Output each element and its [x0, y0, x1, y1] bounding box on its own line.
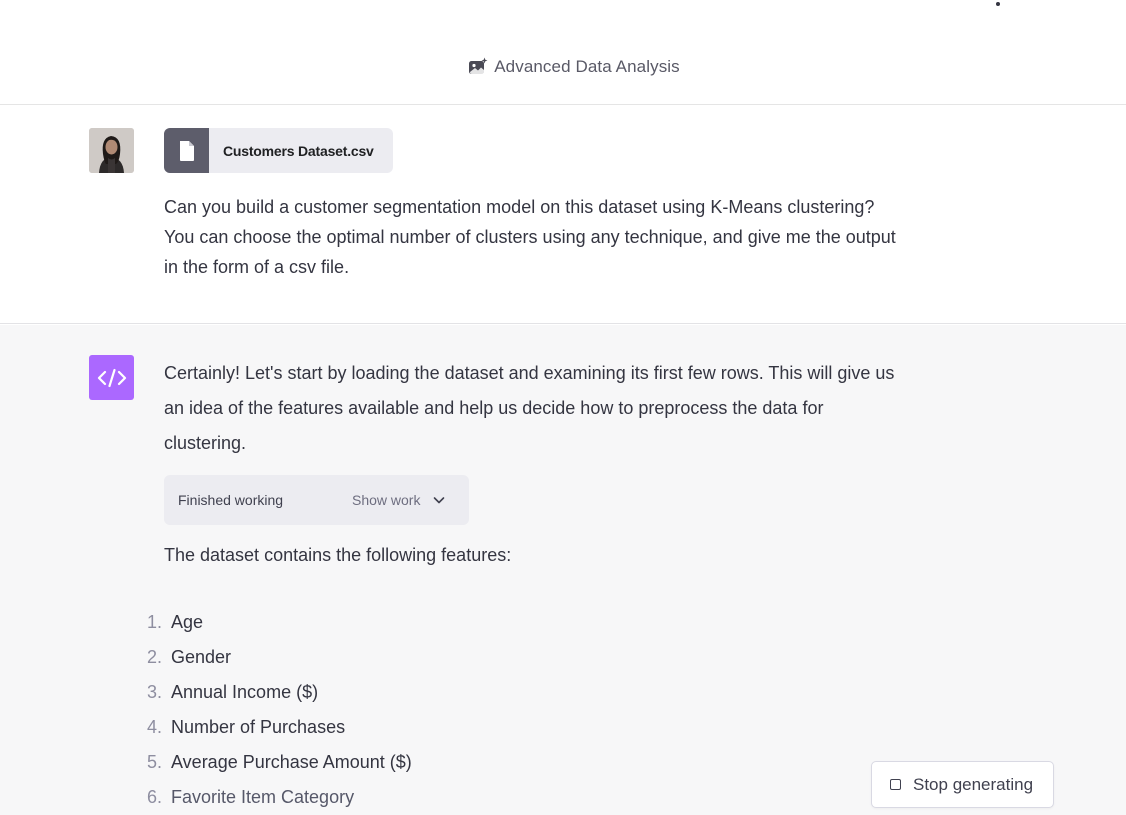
list-item-number: 2. [146, 647, 162, 667]
model-name: Advanced Data Analysis [494, 57, 680, 76]
header-dot [996, 2, 1000, 6]
feature-list: 1. Age 2. Gender 3. Annual Income ($) 4.… [140, 605, 640, 815]
list-item-label: Annual Income ($) [171, 682, 319, 702]
assistant-intro-line: clustering. [164, 433, 247, 453]
file-icon-container [164, 128, 209, 173]
list-item-label: Gender [171, 647, 232, 667]
sparkle-image-icon [469, 57, 488, 74]
list-item: 1. Age [140, 605, 640, 640]
list-item-number: 1. [146, 612, 162, 632]
stop-square-icon [890, 779, 901, 790]
list-item: 6. Favorite Item Category [140, 780, 640, 815]
stop-generating-label: Stop generating [913, 774, 1034, 794]
features-heading: The dataset contains the following featu… [164, 545, 512, 565]
list-item: 3. Annual Income ($) [140, 675, 640, 710]
list-item: 4. Number of Purchases [140, 710, 640, 745]
list-item-number: 6. [146, 787, 162, 807]
list-item-label: Favorite Item Category [171, 787, 355, 807]
model-title: Advanced Data Analysis [0, 57, 1126, 77]
show-work-button[interactable]: Show work [352, 488, 446, 512]
stop-generating-button[interactable]: Stop generating [871, 761, 1054, 808]
list-item-label: Number of Purchases [171, 717, 346, 737]
user-message-line: Can you build a customer segmentation mo… [164, 197, 875, 217]
assistant-intro-line: Certainly! Let's start by loading the da… [164, 363, 895, 383]
user-avatar [89, 128, 134, 173]
assistant-intro: Certainly! Let's start by loading the da… [164, 356, 984, 461]
top-header: Advanced Data Analysis [0, 0, 1126, 105]
code-brackets-icon [97, 368, 126, 387]
chevron-down-icon [434, 497, 445, 504]
user-message-line: in the form of a csv file. [164, 257, 350, 277]
list-item-label: Average Purchase Amount ($) [171, 752, 412, 772]
list-item-label: Age [171, 612, 204, 632]
assistant-intro-line: an idea of the features available and he… [164, 398, 824, 418]
show-work-label: Show work [352, 492, 421, 508]
file-icon [179, 140, 194, 161]
list-item-number: 5. [146, 752, 162, 772]
user-message-line: You can choose the optimal number of clu… [164, 227, 896, 247]
code-work-box: Finished working Show work [164, 475, 469, 525]
list-item: 5. Average Purchase Amount ($) [140, 745, 640, 780]
file-name: Customers Dataset.csv [223, 142, 374, 159]
list-item-number: 4. [146, 717, 162, 737]
user-message: Can you build a customer segmentation mo… [164, 192, 994, 282]
file-attachment[interactable]: Customers Dataset.csv [164, 128, 393, 173]
list-item-number: 3. [146, 682, 162, 702]
work-status: Finished working [178, 492, 284, 508]
list-item: 2. Gender [140, 640, 640, 675]
assistant-avatar [89, 355, 134, 400]
